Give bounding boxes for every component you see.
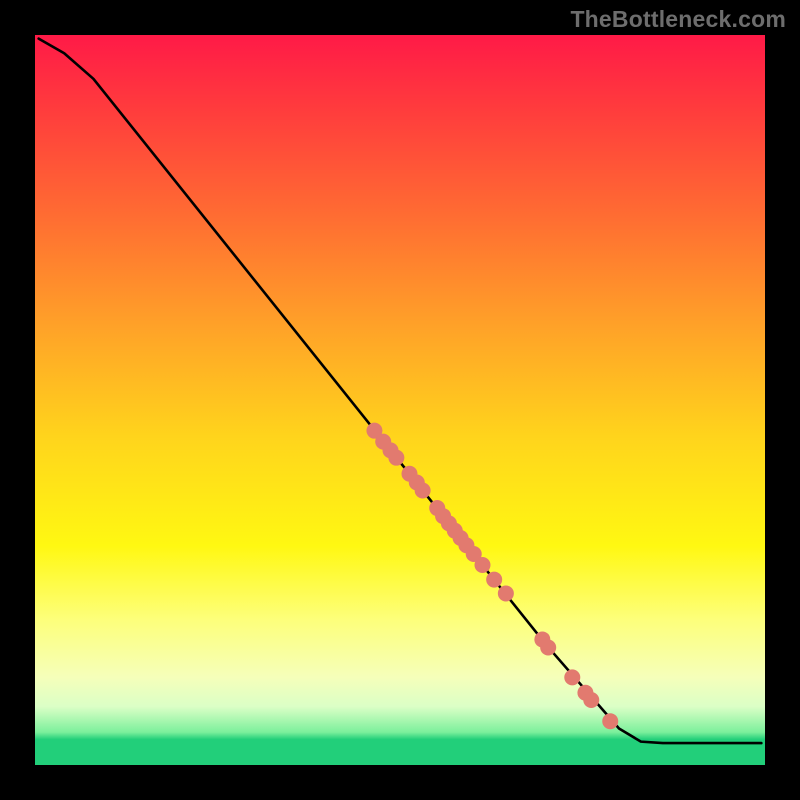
watermark-text: TheBottleneck.com: [570, 6, 786, 33]
line-chart-svg: [35, 35, 765, 765]
data-marker: [540, 639, 556, 655]
data-marker: [583, 692, 599, 708]
data-marker: [486, 572, 502, 588]
data-marker: [415, 483, 431, 499]
data-marker: [564, 669, 580, 685]
curve-path: [39, 39, 762, 743]
data-marker: [498, 585, 514, 601]
data-marker: [388, 450, 404, 466]
plot-area: [35, 35, 765, 765]
data-marker: [602, 713, 618, 729]
data-marker: [474, 557, 490, 573]
chart-stage: TheBottleneck.com: [0, 0, 800, 800]
